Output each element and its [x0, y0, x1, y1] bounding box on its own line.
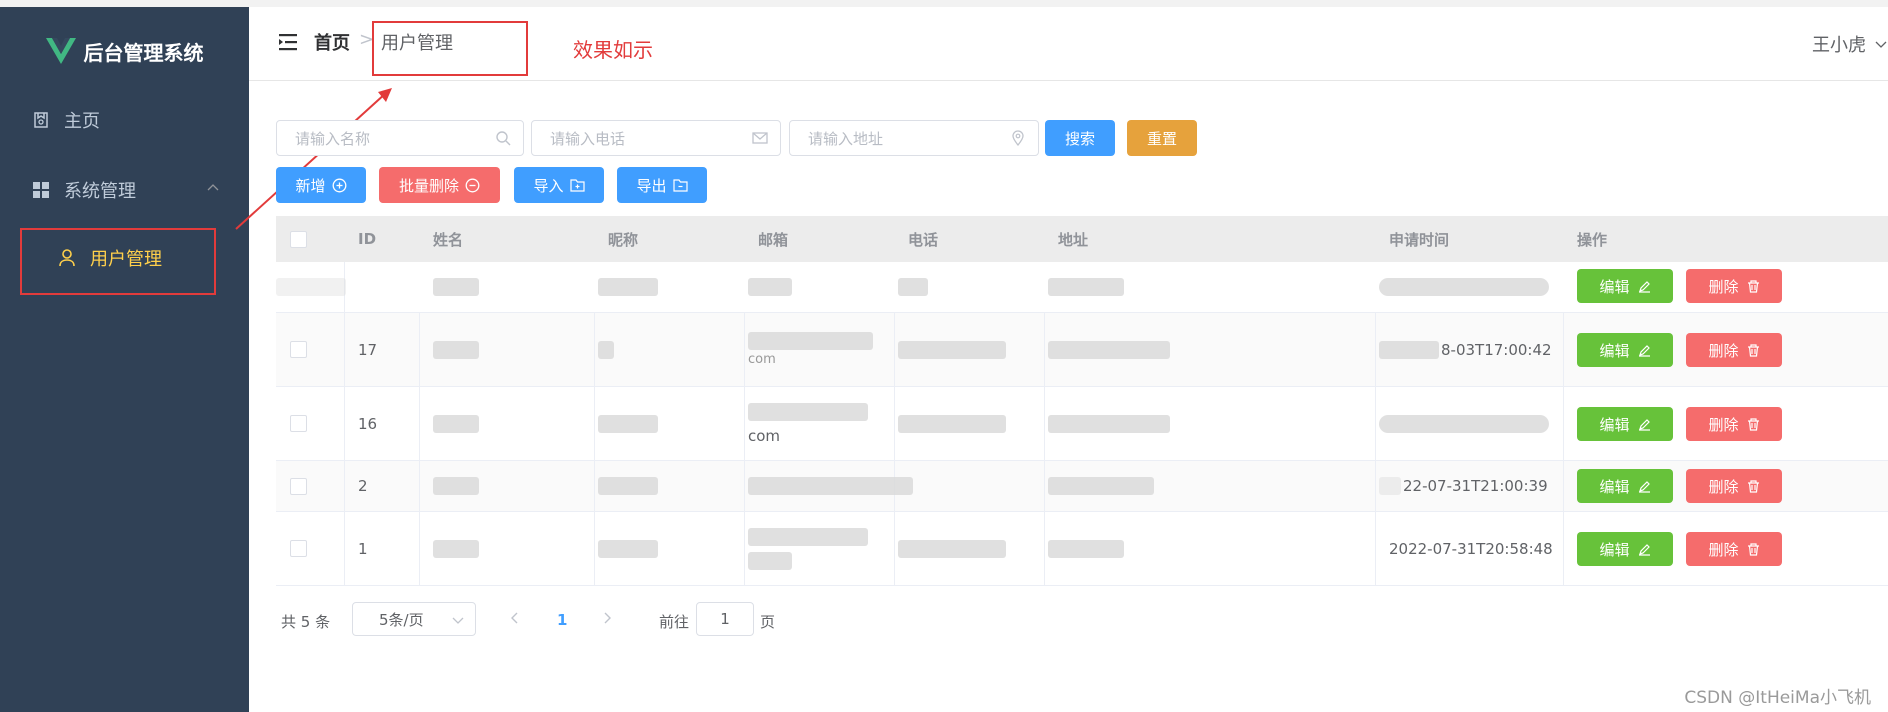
batch-delete-button[interactable]: 批量删除	[379, 167, 500, 203]
edit-button[interactable]: 编辑	[1577, 269, 1673, 303]
name-search-input[interactable]: 请输入名称	[276, 120, 524, 156]
edit-button[interactable]: 编辑	[1577, 333, 1673, 367]
location-icon	[1012, 130, 1024, 146]
cell-id: 17	[358, 340, 378, 359]
chevron-up-icon	[207, 184, 219, 191]
search-icon	[496, 131, 511, 146]
sidebar-item-label: 主页	[64, 111, 100, 132]
sidebar-item-system[interactable]: 系统管理	[0, 162, 249, 218]
import-button[interactable]: 导入	[514, 167, 604, 203]
edit-icon	[1638, 543, 1650, 556]
edit-button[interactable]: 编辑	[1577, 532, 1673, 566]
annotation-box-breadcrumb	[372, 21, 528, 76]
cell-time: 2022-07-31T20:58:48	[1389, 539, 1553, 558]
table-row: 编辑 删除	[276, 262, 1888, 313]
table-row: 16 com 编辑 删除	[276, 387, 1888, 461]
table-body: 编辑 删除 17 com 8-03T17:00:42 编辑 删除 16 com …	[276, 262, 1888, 586]
watermark: CSDN @ItHeiMa小飞机	[1684, 688, 1871, 708]
prev-page-icon[interactable]	[508, 610, 520, 630]
folder-add-icon	[569, 179, 585, 192]
edit-icon	[1638, 280, 1650, 293]
user-dropdown[interactable]: 王小虎	[1812, 31, 1888, 57]
trash-icon	[1747, 343, 1759, 357]
export-button[interactable]: 导出	[617, 167, 707, 203]
chevron-down-icon	[1875, 41, 1887, 48]
address-search-input[interactable]: 请输入地址	[789, 120, 1039, 156]
cell-id: 16	[358, 414, 378, 433]
pagination: 共 5 条 5条/页 1 前往 1 页	[276, 602, 1076, 638]
pagination-total: 共 5 条	[281, 613, 331, 631]
trash-icon	[1747, 479, 1759, 493]
annotation-box-sidebar	[20, 228, 216, 295]
delete-button[interactable]: 删除	[1686, 407, 1782, 441]
edit-button[interactable]: 编辑	[1577, 469, 1673, 503]
phone-search-input[interactable]: 请输入电话	[531, 120, 781, 156]
cell-time: 22-07-31T21:00:39	[1379, 461, 1548, 511]
sidebar: 后台管理系统 主页 系统管理 用户管理	[0, 7, 249, 712]
page-number-current[interactable]: 1	[557, 611, 567, 629]
circle-plus-icon	[332, 178, 346, 192]
cell-email: com	[748, 426, 781, 445]
next-page-icon[interactable]	[602, 610, 614, 630]
edit-icon	[1638, 344, 1650, 357]
add-button[interactable]: 新增	[276, 167, 366, 203]
breadcrumb-home[interactable]: 首页	[314, 29, 350, 55]
delete-button[interactable]: 删除	[1686, 269, 1782, 303]
search-button[interactable]: 搜索	[1045, 120, 1115, 156]
cell-email: com	[748, 352, 776, 367]
page-size-select[interactable]: 5条/页	[352, 602, 476, 636]
cell-id: 2	[358, 477, 368, 495]
page-suffix: 页	[760, 613, 776, 631]
table-row: 1 2022-07-31T20:58:48 编辑 删除	[276, 512, 1888, 586]
edit-button[interactable]: 编辑	[1577, 407, 1673, 441]
annotation-text: 效果如示	[573, 38, 653, 62]
trash-icon	[1747, 279, 1759, 293]
sidebar-item-home[interactable]: 主页	[0, 92, 249, 148]
trash-icon	[1747, 542, 1759, 556]
goto-page-input[interactable]: 1	[696, 602, 754, 636]
folder-remove-icon	[672, 179, 688, 192]
table-row: 2 22-07-31T21:00:39 编辑 删除	[276, 461, 1888, 512]
row-checkbox[interactable]	[290, 415, 307, 432]
grid-icon	[30, 179, 52, 201]
table-row: 17 com 8-03T17:00:42 编辑 删除	[276, 313, 1888, 387]
user-name: 王小虎	[1812, 35, 1866, 56]
app-title: 后台管理系统	[83, 40, 204, 65]
menu-fold-icon[interactable]	[279, 33, 299, 51]
cell-id: 1	[358, 539, 368, 558]
brand[interactable]: 后台管理系统	[0, 27, 249, 75]
home-icon	[30, 109, 52, 131]
delete-button[interactable]: 删除	[1686, 532, 1782, 566]
row-checkbox[interactable]	[290, 540, 307, 557]
window-top-strip	[0, 0, 1888, 7]
delete-button[interactable]: 删除	[1686, 333, 1782, 367]
message-icon	[752, 132, 768, 144]
reset-button[interactable]: 重置	[1127, 120, 1197, 156]
sidebar-item-label: 系统管理	[64, 181, 136, 202]
cell-time: 8-03T17:00:42	[1379, 313, 1552, 386]
circle-minus-icon	[465, 178, 480, 192]
edit-icon	[1638, 480, 1650, 493]
row-checkbox[interactable]	[290, 341, 307, 358]
delete-button[interactable]: 删除	[1686, 469, 1782, 503]
trash-icon	[1747, 417, 1759, 431]
goto-label: 前往	[659, 613, 690, 631]
chevron-down-icon	[452, 617, 464, 624]
edit-icon	[1638, 418, 1650, 431]
vue-logo-icon	[45, 38, 76, 64]
row-checkbox[interactable]	[290, 477, 307, 495]
